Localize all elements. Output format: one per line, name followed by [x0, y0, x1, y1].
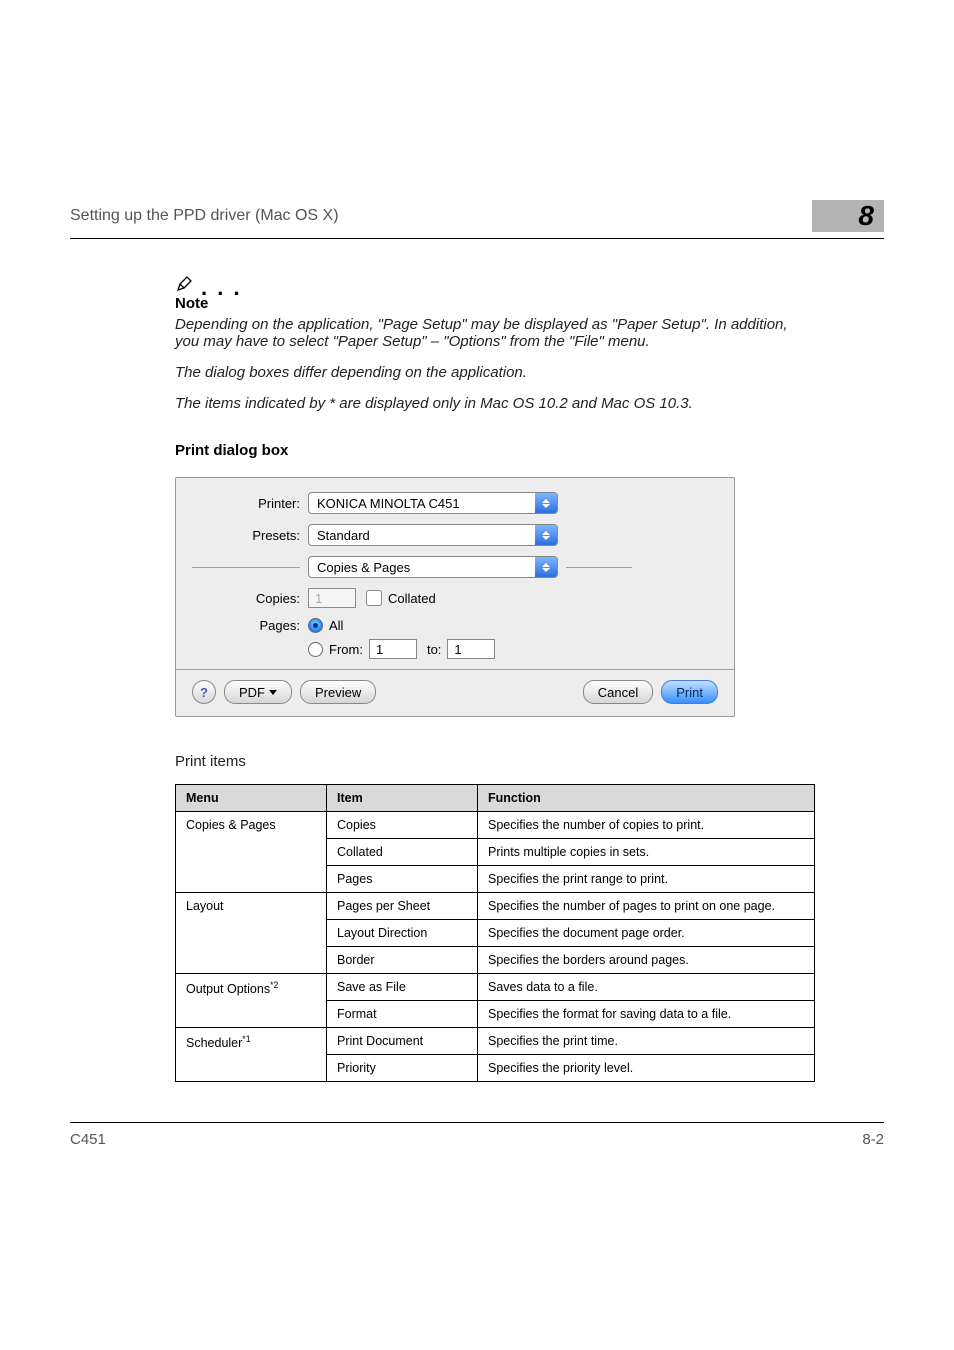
- printer-value: KONICA MINOLTA C451: [317, 496, 460, 511]
- pdf-button-label: PDF: [239, 685, 265, 700]
- presets-select[interactable]: Standard: [308, 524, 558, 546]
- item-cell: Collated: [327, 839, 478, 866]
- function-cell: Saves data to a file.: [478, 974, 815, 1001]
- help-button[interactable]: ?: [192, 680, 216, 704]
- note-paragraph-1: Depending on the application, "Page Setu…: [175, 316, 815, 350]
- preview-button[interactable]: Preview: [300, 680, 376, 704]
- note-icon-row: . . .: [175, 273, 815, 293]
- item-cell: Pages: [327, 866, 478, 893]
- pages-to-label: to:: [427, 642, 441, 657]
- footer-rule: [70, 1122, 884, 1123]
- note-paragraph-2: The dialog boxes differ depending on the…: [175, 364, 815, 381]
- separator-line-left: [192, 567, 300, 568]
- page-footer: C451 8-2: [70, 1131, 884, 1148]
- select-stepper-icon: [535, 493, 557, 513]
- section-heading: Print dialog box: [175, 442, 815, 459]
- collated-checkbox[interactable]: [366, 590, 382, 606]
- table-header-row: Menu Item Function: [176, 785, 815, 812]
- header-title: Setting up the PPD driver (Mac OS X): [70, 207, 339, 225]
- select-stepper-icon: [535, 525, 557, 545]
- page: Setting up the PPD driver (Mac OS X) 8 .…: [0, 0, 954, 1350]
- presets-row: Presets: Standard: [192, 524, 718, 546]
- dialog-footer: ? PDF Preview Cancel Print: [192, 680, 718, 704]
- pane-select[interactable]: Copies & Pages: [308, 556, 558, 578]
- pages-row: Pages: All From: 1 to: 1: [192, 618, 718, 659]
- header-rule: [70, 238, 884, 239]
- function-cell: Specifies the priority level.: [478, 1055, 815, 1082]
- presets-value: Standard: [317, 528, 370, 543]
- pages-from-label: From:: [329, 642, 363, 657]
- item-cell: Save as File: [327, 974, 478, 1001]
- item-cell: Priority: [327, 1055, 478, 1082]
- col-item: Item: [327, 785, 478, 812]
- item-cell: Border: [327, 947, 478, 974]
- table-row: Output Options*2 Save as File Saves data…: [176, 974, 815, 1001]
- function-cell: Specifies the print range to print.: [478, 866, 815, 893]
- col-function: Function: [478, 785, 815, 812]
- footer-left: C451: [70, 1131, 106, 1148]
- menu-cell: Copies & Pages: [176, 812, 327, 893]
- pages-to-input[interactable]: 1: [447, 639, 495, 659]
- menu-cell: Scheduler*1: [176, 1028, 327, 1082]
- printer-select[interactable]: KONICA MINOLTA C451: [308, 492, 558, 514]
- select-stepper-icon: [535, 557, 557, 577]
- table-row: Scheduler*1 Print Document Specifies the…: [176, 1028, 815, 1055]
- pages-from-input[interactable]: 1: [369, 639, 417, 659]
- pencil-icon: [175, 273, 195, 293]
- col-menu: Menu: [176, 785, 327, 812]
- pages-all-label: All: [329, 618, 343, 633]
- menu-label: Scheduler: [186, 1036, 242, 1050]
- printer-row: Printer: KONICA MINOLTA C451: [192, 492, 718, 514]
- page-header: Setting up the PPD driver (Mac OS X) 8: [70, 200, 884, 232]
- item-cell: Pages per Sheet: [327, 893, 478, 920]
- collated-label: Collated: [388, 591, 436, 606]
- function-cell: Specifies the format for saving data to …: [478, 1001, 815, 1028]
- note-label: Note: [175, 295, 815, 312]
- function-cell: Specifies the borders around pages.: [478, 947, 815, 974]
- menu-sup: *1: [242, 1034, 250, 1044]
- function-cell: Specifies the number of pages to print o…: [478, 893, 815, 920]
- function-cell: Specifies the print time.: [478, 1028, 815, 1055]
- print-items-table: Menu Item Function Copies & Pages Copies…: [175, 784, 815, 1082]
- separator-line-right: [566, 567, 632, 568]
- table-row: Copies & Pages Copies Specifies the numb…: [176, 812, 815, 839]
- dialog-separator: [176, 669, 734, 670]
- pdf-button[interactable]: PDF: [224, 680, 292, 704]
- note-paragraph-3: The items indicated by * are displayed o…: [175, 395, 815, 412]
- content-column: . . . Note Depending on the application,…: [175, 273, 815, 717]
- footer-right: 8-2: [862, 1131, 884, 1148]
- pane-value: Copies & Pages: [317, 560, 410, 575]
- item-cell: Format: [327, 1001, 478, 1028]
- pages-from-radio[interactable]: [308, 642, 323, 657]
- print-items-heading: Print items: [175, 753, 884, 770]
- function-cell: Specifies the number of copies to print.: [478, 812, 815, 839]
- function-cell: Specifies the document page order.: [478, 920, 815, 947]
- table-row: Layout Pages per Sheet Specifies the num…: [176, 893, 815, 920]
- chevron-down-icon: [269, 690, 277, 695]
- copies-row: Copies: 1 Collated: [192, 588, 718, 608]
- print-dialog: Printer: KONICA MINOLTA C451 Presets: St…: [175, 477, 735, 717]
- menu-cell: Output Options*2: [176, 974, 327, 1028]
- copies-label: Copies:: [192, 591, 308, 606]
- cancel-button[interactable]: Cancel: [583, 680, 653, 704]
- printer-label: Printer:: [192, 496, 308, 511]
- copies-input[interactable]: 1: [308, 588, 356, 608]
- function-cell: Prints multiple copies in sets.: [478, 839, 815, 866]
- print-button[interactable]: Print: [661, 680, 718, 704]
- pages-label: Pages:: [192, 618, 308, 633]
- pane-separator-row: Copies & Pages: [192, 556, 718, 578]
- chapter-number-badge: 8: [812, 200, 884, 232]
- pages-all-radio[interactable]: [308, 618, 323, 633]
- item-cell: Print Document: [327, 1028, 478, 1055]
- menu-label: Output Options: [186, 982, 270, 996]
- presets-label: Presets:: [192, 528, 308, 543]
- menu-sup: *2: [270, 980, 278, 990]
- item-cell: Layout Direction: [327, 920, 478, 947]
- menu-cell: Layout: [176, 893, 327, 974]
- ellipsis-icon: . . .: [201, 283, 242, 293]
- item-cell: Copies: [327, 812, 478, 839]
